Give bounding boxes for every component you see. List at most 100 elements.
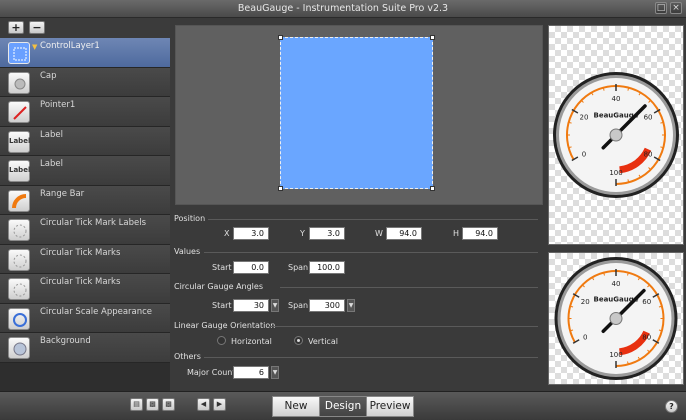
tick-label: 80	[644, 151, 653, 159]
help-button[interactable]: ?	[665, 400, 678, 413]
tick-label: 20	[581, 298, 590, 306]
horizontal-label: Horizontal	[231, 337, 272, 346]
vertical-label: Vertical	[308, 337, 338, 346]
resize-handle[interactable]	[430, 186, 435, 191]
range-bar-icon	[8, 189, 30, 212]
layer-item[interactable]: Circular Scale Appearance	[0, 303, 170, 333]
control-layer-shape[interactable]	[278, 35, 435, 191]
divider	[280, 287, 538, 288]
next-icon[interactable]: ▶	[213, 398, 226, 411]
h-field[interactable]: 94.0	[462, 227, 498, 240]
background-glyph	[13, 342, 27, 356]
gauge-cap	[609, 312, 623, 325]
save-as-icon[interactable]: ▩	[162, 398, 175, 411]
tab-design[interactable]: Design	[319, 396, 367, 417]
angles-start-field[interactable]: 30	[233, 299, 269, 312]
layer-item[interactable]: Circular Tick Marks	[0, 274, 170, 304]
add-layer-button[interactable]: +	[8, 21, 24, 34]
tick-label: 100	[609, 351, 622, 359]
tick-label: 80	[642, 333, 651, 341]
layer-item[interactable]: Label Label	[0, 126, 170, 156]
layer-item[interactable]: Background	[0, 333, 170, 363]
horizontal-radio[interactable]	[217, 336, 226, 345]
resize-handle[interactable]	[430, 35, 435, 40]
layer-label: Label	[40, 159, 63, 169]
divider	[204, 357, 538, 358]
save-icon[interactable]: ▩	[146, 398, 159, 411]
tick-label: 40	[612, 95, 621, 103]
h-label: H	[453, 229, 460, 238]
major-count-label: Major Count	[187, 368, 236, 377]
gauge-cap	[609, 128, 623, 142]
cap-glyph	[14, 78, 26, 89]
layer-toolbar: + −	[0, 18, 170, 38]
section-values: Values	[174, 247, 201, 256]
label-icon: Label	[8, 160, 30, 182]
close-icon[interactable]: ×	[670, 2, 682, 14]
ticks-glyph	[13, 283, 27, 297]
w-field[interactable]: 94.0	[386, 227, 422, 240]
angles-span-label: Span	[288, 301, 309, 310]
scale-glyph	[13, 312, 27, 327]
layer-list: ▼ ControlLayer1 Cap Pointer1 Label Label Label…	[0, 38, 170, 363]
expand-triangle-icon[interactable]: ▼	[32, 43, 37, 51]
layer-item[interactable]: Range Bar	[0, 185, 170, 215]
ticks-glyph	[13, 224, 27, 238]
pointer-icon	[8, 101, 30, 123]
gauge-preview-design: 0 20 40 60 80 100 BeauGauge	[548, 25, 684, 245]
ticks-glyph	[13, 254, 27, 267]
angles-span-dropdown[interactable]: ▼	[347, 299, 355, 312]
tab-preview[interactable]: Preview	[366, 396, 414, 417]
y-field[interactable]: 3.0	[309, 227, 345, 240]
layer-item[interactable]: Circular Tick Marks	[0, 244, 170, 274]
previous-icon[interactable]: ◀	[197, 398, 210, 411]
layer-label: Circular Scale Appearance	[40, 306, 153, 317]
cap-icon	[8, 71, 30, 94]
remove-layer-button[interactable]: −	[29, 21, 45, 34]
major-count-dropdown[interactable]: ▼	[271, 366, 279, 379]
restore-icon[interactable]: □	[655, 2, 667, 14]
gauge: 020406080100BeauGauge	[553, 72, 679, 198]
w-label: W	[375, 229, 383, 238]
tick-label: 0	[582, 151, 586, 159]
values-start-field[interactable]: 0.0	[233, 261, 269, 274]
layer-item[interactable]: Pointer1	[0, 97, 170, 127]
tab-new[interactable]: New	[272, 396, 320, 417]
divider	[268, 326, 538, 327]
tick-label: 20	[579, 114, 588, 122]
x-field[interactable]: 3.0	[233, 227, 269, 240]
layer-item[interactable]: Label Label	[0, 156, 170, 186]
divider	[204, 252, 538, 253]
vertical-radio[interactable]	[294, 336, 303, 345]
angles-span-field[interactable]: 300	[309, 299, 345, 312]
label-glyph: Label	[9, 136, 31, 145]
section-position: Position	[174, 214, 206, 223]
bottom-toolbar: ▤ ▩ ▩ ◀ ▶ New Design Preview ?	[0, 391, 686, 420]
layer-item[interactable]: ▼ ControlLayer1	[0, 38, 170, 68]
tick-label: 60	[642, 298, 651, 306]
pointer-glyph	[13, 106, 27, 120]
angles-start-label: Start	[212, 301, 232, 310]
values-start-label: Start	[212, 263, 232, 272]
layer-label: Cap	[40, 70, 57, 81]
tick-marks-icon	[8, 278, 30, 300]
gauge-preview-live: 0 20 40 60 80 100 BeauGauge	[548, 252, 684, 385]
background-icon	[8, 337, 30, 359]
major-count-field[interactable]: 6	[233, 366, 269, 379]
range-glyph	[12, 193, 27, 208]
window-title: BeauGauge - Instrumentation Suite Pro v2…	[237, 3, 449, 14]
angles-start-dropdown[interactable]: ▼	[271, 299, 279, 312]
open-icon[interactable]: ▤	[130, 398, 143, 411]
gauge: 020406080100BeauGauge	[554, 257, 678, 380]
resize-handle[interactable]	[278, 35, 283, 40]
layer-item[interactable]: Cap	[0, 67, 170, 97]
control-glyph	[13, 47, 27, 61]
layer-label: ControlLayer1	[40, 41, 100, 51]
tick-label: 60	[644, 114, 653, 122]
y-label: Y	[300, 229, 305, 238]
layer-item[interactable]: Circular Tick Mark Labels	[0, 215, 170, 245]
layer-label: Circular Tick Mark Labels	[40, 218, 147, 228]
resize-handle[interactable]	[278, 186, 283, 191]
values-span-field[interactable]: 100.0	[309, 261, 345, 274]
layer-label: Range Bar	[40, 188, 85, 199]
